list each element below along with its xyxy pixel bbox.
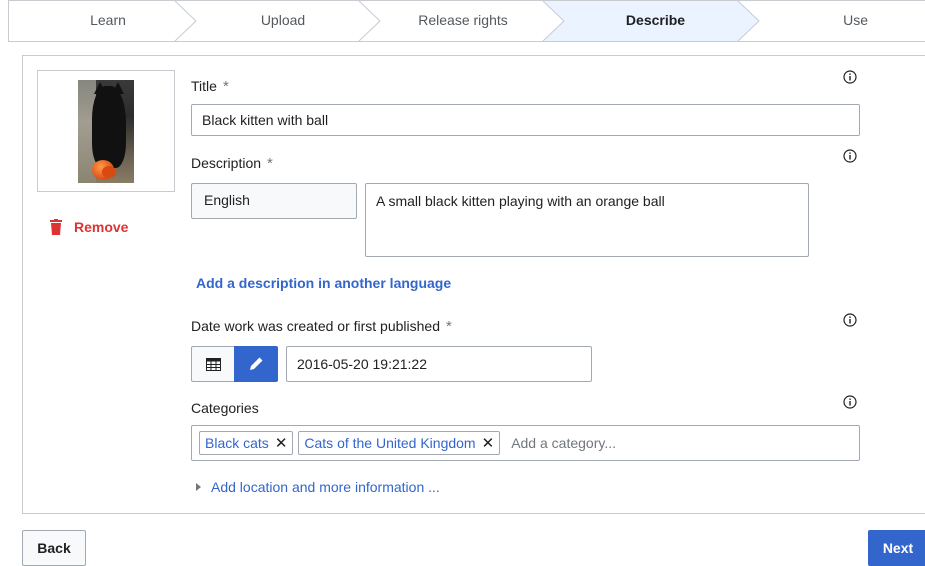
date-label-text: Date work was created or first published	[191, 318, 440, 334]
title-label-text: Title	[191, 78, 217, 94]
date-label: Date work was created or first published…	[191, 318, 452, 335]
pencil-icon	[250, 357, 263, 370]
remove-button[interactable]: Remove	[50, 217, 128, 237]
triangle-right-icon	[196, 483, 201, 491]
info-icon[interactable]	[843, 70, 857, 84]
required-asterisk-icon: *	[222, 78, 229, 95]
calendar-icon	[205, 357, 221, 371]
title-input[interactable]: Black kitten with ball	[191, 104, 860, 136]
close-icon[interactable]: ✕	[275, 436, 288, 451]
add-location-label: Add location and more information ...	[211, 479, 440, 495]
step-learn: Learn	[90, 12, 126, 28]
step-upload: Upload	[260, 12, 306, 28]
category-chip[interactable]: Cats of the United Kingdom ✕	[298, 431, 501, 455]
next-button[interactable]: Next	[868, 530, 925, 566]
step-use: Use	[843, 12, 868, 28]
step-describe: Describe	[625, 12, 686, 28]
back-button[interactable]: Back	[22, 530, 86, 566]
step-release-rights: Release rights	[418, 12, 508, 28]
category-placeholder[interactable]: Add a category...	[511, 435, 616, 451]
category-chip[interactable]: Black cats ✕	[199, 431, 294, 455]
trash-icon	[50, 219, 62, 235]
add-location-toggle[interactable]: Add location and more information ...	[196, 479, 440, 495]
required-asterisk-icon: *	[267, 155, 273, 172]
text-mode-button[interactable]	[234, 346, 278, 382]
thumbnail-frame	[37, 70, 175, 192]
title-label: Title *	[191, 78, 229, 95]
description-textarea[interactable]: A small black kitten playing with an ora…	[365, 183, 809, 257]
remove-label: Remove	[74, 219, 129, 235]
categories-label: Categories	[191, 400, 259, 416]
info-icon[interactable]	[843, 149, 857, 163]
info-icon[interactable]	[843, 395, 857, 409]
description-label-text: Description	[191, 155, 262, 171]
required-asterisk-icon: *	[446, 318, 452, 335]
date-input[interactable]: 2016-05-20 19:21:22	[286, 346, 592, 382]
close-icon[interactable]: ✕	[482, 436, 495, 451]
image-thumbnail-icon	[78, 80, 134, 183]
upload-wizard-steps: Learn Upload Release rights Describe Use	[8, 0, 925, 42]
categories-input[interactable]: Black cats ✕ Cats of the United Kingdom …	[191, 425, 860, 461]
calendar-mode-button[interactable]	[191, 346, 235, 382]
add-description-language-link[interactable]: Add a description in another language	[196, 275, 451, 291]
category-chip-label: Cats of the United Kingdom	[304, 435, 476, 451]
language-selector[interactable]: English	[191, 183, 357, 219]
description-label: Description *	[191, 155, 273, 172]
category-chip-label: Black cats	[205, 435, 269, 451]
thumb-cat	[92, 86, 126, 168]
info-icon[interactable]	[843, 313, 857, 327]
thumb-ball-shadow	[102, 166, 116, 178]
